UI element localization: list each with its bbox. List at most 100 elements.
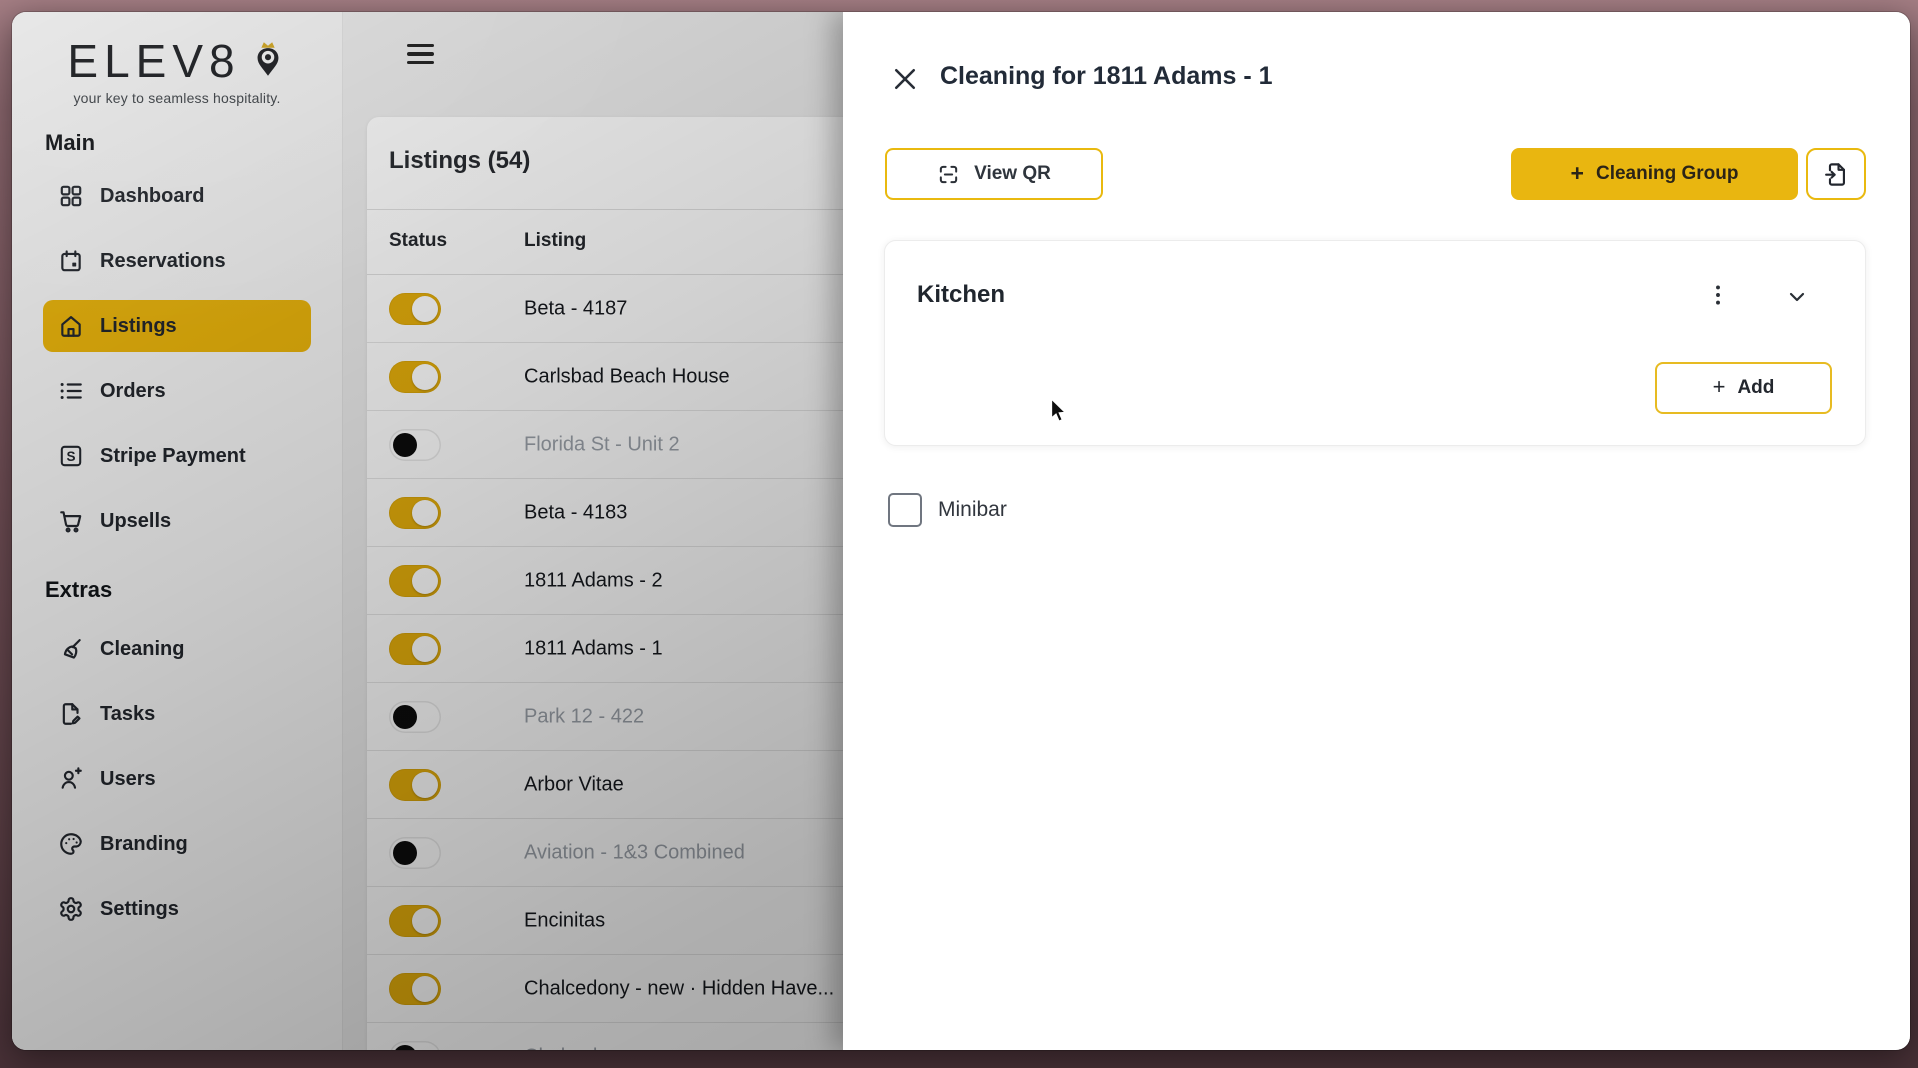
sidebar-item-label: Cleaning xyxy=(100,638,184,661)
listing-name: Arbor Vitae xyxy=(524,773,624,796)
sidebar-item-label: Orders xyxy=(100,380,166,403)
cleaning-group-card: Kitchen + Add xyxy=(884,240,1866,446)
cleaning-drawer: Cleaning for 1811 Adams - 1 View QR + xyxy=(843,12,1910,1050)
status-toggle[interactable] xyxy=(389,565,441,597)
app-window: ELEV8 your key to seamless hospitality. … xyxy=(12,12,1910,1050)
column-header-status: Status xyxy=(389,230,447,252)
toggle-knob xyxy=(412,568,438,594)
user-plus-icon xyxy=(58,766,84,792)
brand-logo: ELEV8 xyxy=(12,12,342,88)
sidebar-item-upsells[interactable]: Upsells xyxy=(43,495,311,547)
minibar-label: Minibar xyxy=(938,498,1007,522)
add-item-button[interactable]: + Add xyxy=(1655,362,1832,414)
hamburger-menu-button[interactable] xyxy=(407,44,434,64)
toggle-knob xyxy=(393,705,417,729)
listing-name: Chalcedony xyxy=(524,1045,630,1050)
listing-name: Encinitas xyxy=(524,909,605,932)
gear-icon xyxy=(58,896,84,922)
toggle-knob xyxy=(412,908,438,934)
section-header-main: Main xyxy=(45,130,342,156)
listings-count-title: Listings (54) xyxy=(389,147,530,175)
brand-tagline: your key to seamless hospitality. xyxy=(12,90,342,106)
minibar-checkbox[interactable] xyxy=(888,493,922,527)
section-header-extras: Extras xyxy=(45,577,342,603)
sidebar-item-orders[interactable]: Orders xyxy=(43,365,311,417)
toggle-knob xyxy=(412,772,438,798)
svg-text:S: S xyxy=(66,449,75,464)
group-title: Kitchen xyxy=(917,281,1005,309)
toggle-knob xyxy=(412,500,438,526)
toggle-knob xyxy=(412,636,438,662)
toggle-knob xyxy=(412,364,438,390)
sidebar-item-label: Users xyxy=(100,768,156,791)
file-import-icon xyxy=(1823,161,1850,188)
status-toggle[interactable] xyxy=(389,905,441,937)
dashboard-icon xyxy=(58,183,84,209)
listing-name: Beta - 4187 xyxy=(524,297,627,320)
calendar-icon xyxy=(58,248,84,274)
listing-name: Aviation - 1&3 Combined xyxy=(524,841,745,864)
status-toggle[interactable] xyxy=(389,701,441,733)
toggle-knob xyxy=(412,296,438,322)
toggle-knob xyxy=(393,841,417,865)
sidebar-item-label: Upsells xyxy=(100,510,171,533)
home-icon xyxy=(58,313,84,339)
sidebar-item-label: Dashboard xyxy=(100,185,204,208)
listing-name: Florida St - Unit 2 xyxy=(524,433,680,456)
listing-name: Carlsbad Beach House xyxy=(524,365,730,388)
chevron-down-icon[interactable] xyxy=(1785,285,1809,309)
minibar-option: Minibar xyxy=(888,493,1007,527)
sidebar-item-branding[interactable]: Branding xyxy=(43,818,311,870)
desktop-background: ELEV8 your key to seamless hospitality. … xyxy=(0,0,1918,1068)
status-toggle[interactable] xyxy=(389,1041,441,1051)
sidebar-item-label: Branding xyxy=(100,833,188,856)
toggle-knob xyxy=(393,433,417,457)
list-icon xyxy=(58,378,84,404)
drawer-toolbar: View QR + Cleaning Group xyxy=(885,148,1866,200)
sidebar-item-tasks[interactable]: Tasks xyxy=(43,688,311,740)
kebab-icon[interactable] xyxy=(1705,282,1731,308)
sidebar-item-label: Settings xyxy=(100,898,179,921)
view-qr-label: View QR xyxy=(974,163,1051,185)
toggle-knob xyxy=(412,976,438,1002)
qr-scan-icon xyxy=(937,163,960,186)
sidebar-item-label: Tasks xyxy=(100,703,155,726)
listing-name: Park 12 - 422 xyxy=(524,705,644,728)
brand-name: ELEV8 xyxy=(67,34,240,88)
cleaning-group-label: Cleaning Group xyxy=(1596,163,1739,185)
toggle-knob xyxy=(393,1045,417,1051)
drawer-title: Cleaning for 1811 Adams - 1 xyxy=(940,62,1273,91)
status-toggle[interactable] xyxy=(389,633,441,665)
add-label: Add xyxy=(1737,377,1774,399)
file-pen-icon xyxy=(58,701,84,727)
pin-crown-icon xyxy=(249,39,287,83)
broom-icon xyxy=(58,636,84,662)
close-icon[interactable] xyxy=(890,64,920,94)
sidebar-item-users[interactable]: Users xyxy=(43,753,311,805)
status-toggle[interactable] xyxy=(389,837,441,869)
palette-icon xyxy=(58,831,84,857)
status-toggle[interactable] xyxy=(389,429,441,461)
sidebar-item-stripe-payment[interactable]: SStripe Payment xyxy=(43,430,311,482)
sidebar-item-label: Listings xyxy=(100,315,177,338)
status-toggle[interactable] xyxy=(389,973,441,1005)
listing-name: Chalcedony - new · Hidden Have... xyxy=(524,977,834,1000)
sidebar-item-cleaning[interactable]: Cleaning xyxy=(43,623,311,675)
cleaning-group-button[interactable]: + Cleaning Group xyxy=(1511,148,1798,200)
status-toggle[interactable] xyxy=(389,293,441,325)
status-toggle[interactable] xyxy=(389,361,441,393)
listing-name: 1811 Adams - 1 xyxy=(524,637,663,660)
sidebar-item-listings[interactable]: Listings xyxy=(43,300,311,352)
view-qr-button[interactable]: View QR xyxy=(885,148,1103,200)
status-toggle[interactable] xyxy=(389,769,441,801)
sidebar-item-reservations[interactable]: Reservations xyxy=(43,235,311,287)
sidebar-item-dashboard[interactable]: Dashboard xyxy=(43,170,311,222)
column-header-listing: Listing xyxy=(524,230,586,252)
status-toggle[interactable] xyxy=(389,497,441,529)
import-group-button[interactable] xyxy=(1806,148,1866,200)
cart-icon xyxy=(58,508,84,534)
sidebar-item-settings[interactable]: Settings xyxy=(43,883,311,935)
plus-icon: + xyxy=(1571,160,1584,187)
listing-name: Beta - 4183 xyxy=(524,501,627,524)
sidebar: ELEV8 your key to seamless hospitality. … xyxy=(12,12,343,1050)
